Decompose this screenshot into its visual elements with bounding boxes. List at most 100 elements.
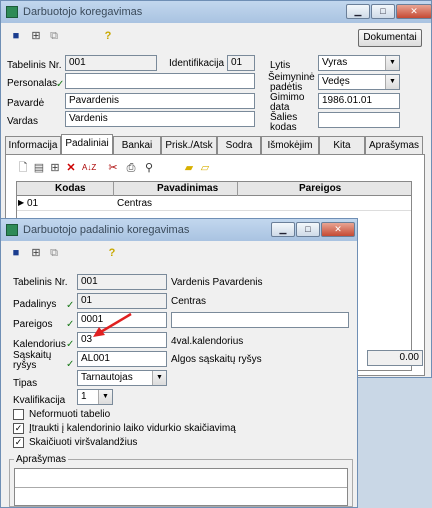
- app-icon: [6, 224, 18, 236]
- dlg-saskaitu-field[interactable]: AL001: [77, 351, 167, 367]
- dlg-padalinys-field[interactable]: 01: [77, 293, 167, 309]
- tab-ismokejim[interactable]: Išmokėjim: [261, 136, 319, 155]
- itraukti-label: Įtraukti į kalendorinio laiko vidurkio s…: [29, 423, 236, 434]
- salies-kodas-field[interactable]: [318, 112, 400, 128]
- chevron-down-icon[interactable]: ▼: [152, 371, 166, 385]
- dlg-padalinys-name: Centras: [171, 296, 207, 307]
- skaiciuoti-label: Skaičiuoti viršvalandžius: [29, 437, 138, 448]
- dlg-pareigos-extra-field[interactable]: [171, 312, 349, 328]
- skaiciuoti-checkbox[interactable]: ✓: [13, 437, 24, 448]
- maximize-button[interactable]: □: [371, 4, 395, 19]
- salies-label-2: kodas: [270, 122, 297, 133]
- app-icon: [6, 6, 18, 18]
- vardas-label: Vardas: [7, 116, 38, 127]
- delete-icon[interactable]: ✕: [64, 161, 78, 175]
- pavarde-field[interactable]: Pavardenis: [65, 93, 255, 109]
- tab-aprasymas[interactable]: Aprašymas: [365, 136, 423, 155]
- dlg-tabelinis-name: Vardenis Pavardenis: [171, 277, 263, 288]
- red-arrow-annotation: [93, 312, 132, 337]
- check-icon: ✓: [66, 359, 75, 370]
- pavarde-label: Pavardė: [7, 98, 45, 109]
- personalas-field[interactable]: [65, 73, 255, 89]
- gimimo-data-field[interactable]: 1986.01.01: [318, 93, 400, 109]
- lytis-label: Lytis: [270, 60, 291, 71]
- copy-icon[interactable]: ⧉: [47, 29, 61, 43]
- tab-sodra[interactable]: Sodra: [217, 136, 261, 155]
- tab-bankai[interactable]: Bankai: [113, 136, 161, 155]
- itraukti-checkbox[interactable]: ✓: [13, 423, 24, 434]
- identifikacija-label: Identifikacija: [169, 58, 225, 69]
- main-window-title: Darbuotojo koregavimas: [23, 6, 143, 18]
- help-icon[interactable]: ?: [101, 29, 115, 43]
- table-row[interactable]: ▶ 01 Centras: [17, 197, 411, 211]
- chevron-down-icon[interactable]: ▼: [385, 56, 399, 70]
- row-indicator-icon: ▶: [18, 198, 25, 207]
- dlg-kvalifikacija-label: Kvalifikacija: [13, 395, 66, 406]
- tree-icon[interactable]: ⊞: [48, 161, 62, 175]
- dlg-tipas-label: Tipas: [13, 378, 38, 389]
- new-icon[interactable]: 🗋: [16, 161, 30, 175]
- save-icon[interactable]: ■: [9, 246, 23, 260]
- minimize-button[interactable]: ▁: [271, 222, 295, 237]
- minimize-button[interactable]: ▁: [346, 4, 370, 19]
- aprasymas-textarea[interactable]: [14, 468, 348, 506]
- dlg-padalinys-label: Padalinys: [13, 299, 57, 310]
- chevron-down-icon[interactable]: ▼: [98, 390, 112, 404]
- neformuoti-label: Neformuoti tabelio: [29, 409, 111, 420]
- header-pareigos[interactable]: Pareigos: [299, 183, 341, 194]
- dialog-title-bar[interactable]: Darbuotojo padalinio koregavimas ▁ □ ✕: [1, 219, 357, 241]
- identifikacija-field[interactable]: 01: [227, 55, 255, 71]
- dlg-saskaitu-name: Algos sąskaitų ryšys: [171, 354, 262, 365]
- lytis-value: Vyras: [322, 57, 348, 68]
- vardas-field[interactable]: Vardenis: [65, 111, 255, 127]
- tree-icon[interactable]: ⊞: [29, 29, 43, 43]
- folder-open-icon[interactable]: ▱: [198, 161, 212, 175]
- cell-pavadinimas: Centras: [117, 198, 153, 209]
- dialog-window: Darbuotojo padalinio koregavimas ▁ □ ✕ ■…: [0, 218, 358, 508]
- edit-icon[interactable]: ▤: [32, 161, 46, 175]
- dlg-kalendorius-label: Kalendorius: [13, 339, 66, 350]
- folder-icon[interactable]: ▰: [182, 161, 196, 175]
- aprasymas-group: Aprašymas: [9, 454, 353, 507]
- chevron-down-icon[interactable]: ▼: [385, 75, 399, 89]
- tabelinis-field[interactable]: 001: [65, 55, 157, 71]
- dlg-tabelinis-field[interactable]: 001: [77, 274, 167, 290]
- table-header: Kodas Pavadinimas Pareigos: [17, 182, 411, 196]
- save-icon[interactable]: ■: [9, 29, 23, 43]
- dlg-tabelinis-label: Tabelinis Nr.: [13, 277, 68, 288]
- cut-icon[interactable]: ✂: [106, 161, 120, 175]
- lytis-select[interactable]: Vyras ▼: [318, 55, 400, 71]
- tree-icon[interactable]: ⊞: [29, 246, 43, 260]
- seimynine-select[interactable]: Vedęs ▼: [318, 74, 400, 90]
- tab-padaliniai[interactable]: Padaliniai: [61, 134, 113, 155]
- tab-informacija[interactable]: Informacija: [5, 136, 61, 155]
- header-pavadinimas[interactable]: Pavadinimas: [157, 183, 218, 194]
- main-title-bar[interactable]: Darbuotojo koregavimas ▁ □ ✕: [1, 1, 432, 23]
- personalas-check-icon: ✓: [56, 79, 65, 90]
- total-value-field: 0.00: [367, 350, 423, 366]
- tab-prisk-atsk[interactable]: Prisk./Atsk: [161, 136, 217, 155]
- help-icon[interactable]: ?: [105, 246, 119, 260]
- check-icon: ✓: [66, 300, 75, 311]
- aprasymas-label: Aprašymas: [14, 454, 69, 465]
- neformuoti-checkbox[interactable]: [13, 409, 24, 420]
- dlg-pareigos-label: Pareigos: [13, 319, 53, 330]
- dlg-kalendorius-name: 4val.kalendorius: [171, 336, 244, 347]
- documents-button[interactable]: Dokumentai: [358, 29, 422, 47]
- sort-az-icon[interactable]: A↓Z: [82, 161, 96, 175]
- dialog-title: Darbuotojo padalinio koregavimas: [23, 224, 190, 236]
- header-kodas[interactable]: Kodas: [55, 183, 86, 194]
- print-icon[interactable]: ⎙: [124, 161, 138, 175]
- check-icon: ✓: [66, 339, 75, 350]
- personalas-label: Personalas: [7, 78, 58, 89]
- dlg-kvalifikacija-select[interactable]: 1 ▼: [77, 389, 113, 405]
- close-button[interactable]: ✕: [396, 4, 432, 19]
- copy-icon[interactable]: ⧉: [47, 246, 61, 260]
- maximize-button[interactable]: □: [296, 222, 320, 237]
- dlg-tipas-select[interactable]: Tarnautojas ▼: [77, 370, 167, 386]
- tab-kita[interactable]: Kita: [319, 136, 365, 155]
- dlg-kvalifikacija-value: 1: [81, 391, 87, 402]
- cell-kodas: 01: [27, 198, 39, 209]
- close-button[interactable]: ✕: [321, 222, 355, 237]
- find-icon[interactable]: ⚲: [142, 161, 156, 175]
